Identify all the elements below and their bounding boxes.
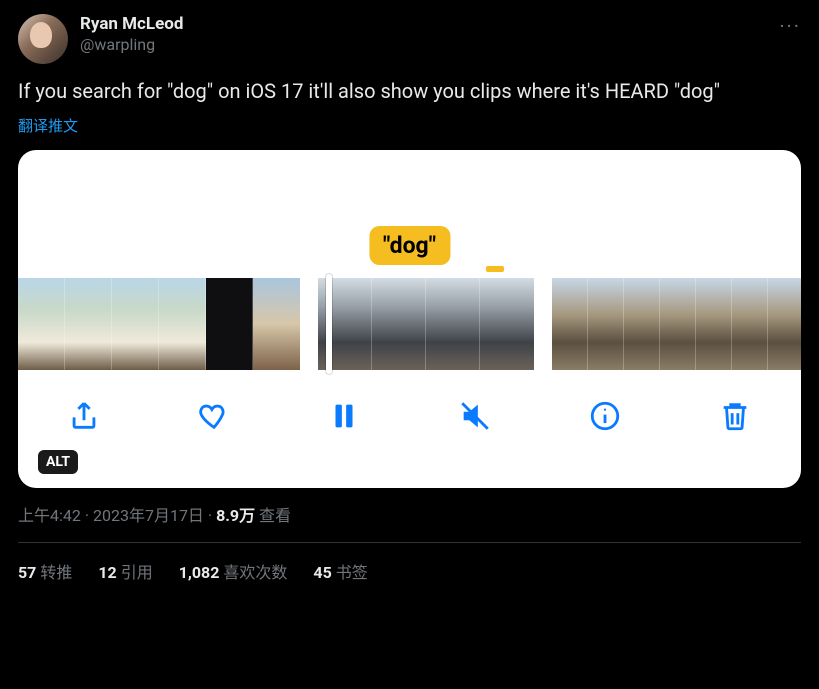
author-names[interactable]: Ryan McLeod @warpling [80,14,183,55]
pause-icon[interactable] [324,396,364,436]
clip-thumb[interactable] [112,278,159,370]
clip-thumb[interactable] [732,278,768,370]
bookmarks-stat[interactable]: 45书签 [313,559,367,583]
clip-thumb[interactable] [18,278,65,370]
search-chip: "dog" [369,226,450,265]
video-timeline[interactable] [18,278,801,370]
mute-icon[interactable] [455,396,495,436]
clip-thumb[interactable] [660,278,696,370]
clip-group[interactable] [18,278,300,370]
clip-thumb[interactable] [624,278,660,370]
clip-thumb[interactable] [206,278,253,370]
alt-badge[interactable]: ALT [38,450,78,474]
clip-thumb[interactable] [372,278,426,370]
views-count: 8.9万 [216,506,255,525]
clip-thumb[interactable] [480,278,534,370]
tweet-time[interactable]: 上午4:42 [18,506,81,525]
avatar[interactable] [18,14,68,64]
more-icon[interactable]: ··· [779,14,801,38]
tweet-header: Ryan McLeod @warpling ··· [18,14,801,64]
tweet-meta: 上午4:42 · 2023年7月17日 · 8.9万 查看 [18,502,801,526]
handle: @warpling [80,35,183,55]
clip-thumb[interactable] [159,278,206,370]
chip-tick [486,266,504,272]
clip-thumb[interactable] [253,278,300,370]
likes-stat[interactable]: 1,082喜欢次数 [179,559,288,583]
tweet-stats: 57转推 12引用 1,082喜欢次数 45书签 [18,543,801,583]
translate-link[interactable]: 翻译推文 [18,115,78,136]
clip-group[interactable] [318,278,534,370]
quotes-stat[interactable]: 12引用 [98,559,152,583]
playhead[interactable] [326,274,332,374]
media-toolbar [18,388,801,444]
tweet-text: If you search for "dog" on iOS 17 it'll … [18,78,801,105]
clip-thumb[interactable] [65,278,112,370]
heart-icon[interactable] [194,396,234,436]
share-icon[interactable] [64,396,104,436]
tweet-date[interactable]: 2023年7月17日 [93,506,204,525]
tweet-container: Ryan McLeod @warpling ··· If you search … [0,0,819,583]
clip-thumb[interactable] [696,278,732,370]
display-name: Ryan McLeod [80,14,183,35]
views-label: 查看 [255,506,291,525]
clip-thumb[interactable] [552,278,588,370]
retweets-stat[interactable]: 57转推 [18,559,72,583]
media-card[interactable]: "dog" [18,150,801,488]
info-icon[interactable] [585,396,625,436]
clip-group[interactable] [552,278,801,370]
clip-thumb[interactable] [588,278,624,370]
trash-icon[interactable] [715,396,755,436]
clip-thumb[interactable] [426,278,480,370]
clip-thumb[interactable] [768,278,801,370]
